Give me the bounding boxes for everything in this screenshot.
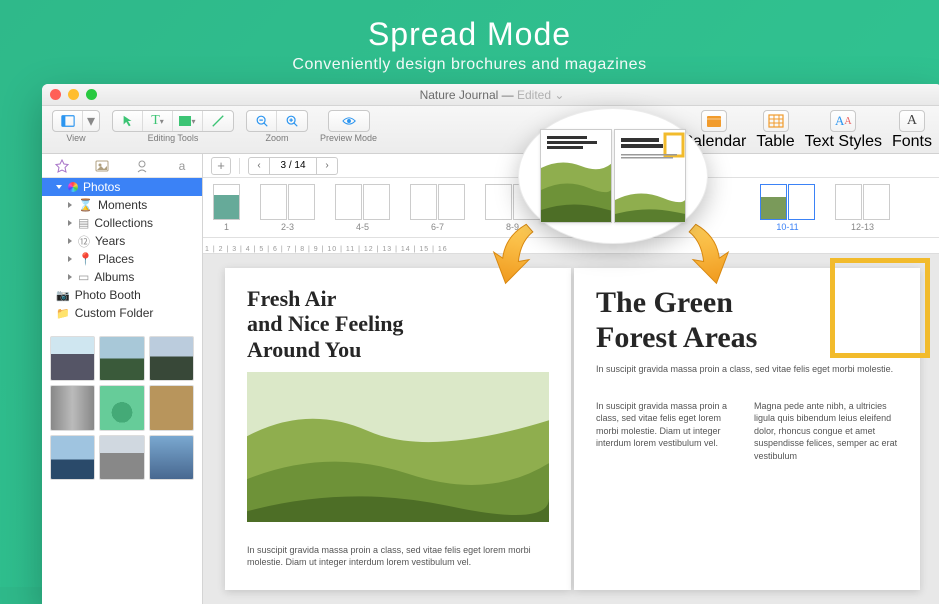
table-button[interactable] [763, 110, 789, 132]
spread-thumb[interactable]: 10-11 [760, 184, 815, 232]
horizontal-ruler: 1 | 2 | 3 | 4 | 5 | 6 | 7 | 8 | 9 | 10 |… [203, 238, 939, 254]
text-styles-button[interactable]: AA [830, 110, 856, 132]
page-navigator: ‹ 3 / 14 › [248, 157, 338, 175]
thumbnail[interactable] [50, 336, 95, 381]
spread-thumb[interactable]: 2-3 [260, 184, 315, 232]
editing-label: Editing Tools [148, 133, 199, 143]
calendar-button[interactable] [701, 110, 727, 132]
thumbnail[interactable] [50, 435, 95, 480]
zoom-buttons[interactable] [246, 110, 308, 132]
thumbnail[interactable] [99, 385, 144, 430]
titlebar: Nature Journal — Edited ⌄ [42, 84, 939, 106]
sidebar-item-collections[interactable]: ▤Collections [42, 214, 202, 232]
sidebar-item-moments[interactable]: ⌛Moments [42, 196, 202, 214]
thumbnail[interactable] [149, 435, 194, 480]
fonts-button[interactable]: A [899, 110, 925, 132]
sidebar-tab-clipart[interactable] [122, 154, 162, 177]
next-page-button[interactable]: › [316, 157, 338, 175]
spread-thumb[interactable]: 12-13 [835, 184, 890, 232]
window-title: Nature Journal — Edited ⌄ [42, 88, 939, 102]
sidebar-item-custom-folder[interactable]: 📁Custom Folder [42, 304, 202, 322]
decorative-frame [830, 258, 930, 358]
editing-tools[interactable]: T▾ ▾ [112, 110, 234, 132]
thumbnail[interactable] [50, 385, 95, 430]
sidebar-tab-shapes[interactable] [42, 154, 82, 177]
zoom-label: Zoom [265, 133, 288, 143]
zoom-in-icon [277, 111, 307, 131]
preview-button[interactable] [328, 110, 370, 132]
sidebar-tab-text[interactable]: a [162, 154, 202, 177]
magnified-spread [518, 108, 708, 244]
spread-thumb[interactable]: 1 [213, 184, 240, 232]
body-text: In suscipit gravida massa proin a class,… [596, 363, 898, 376]
hero-title: Spread Mode [0, 16, 939, 53]
sidebar-item-albums[interactable]: ▭Albums [42, 268, 202, 286]
prev-page-button[interactable]: ‹ [248, 157, 270, 175]
document-canvas[interactable]: Fresh Air and Nice Feeling Around You In… [203, 254, 939, 604]
sidebar-item-photos[interactable]: Photos [42, 178, 202, 196]
doc-heading: Fresh Air and Nice Feeling Around You [247, 286, 549, 362]
app-window: Nature Journal — Edited ⌄ ▾ View T▾ ▾ Ed… [42, 84, 939, 604]
body-text: In suscipit gravida massa proin a class,… [247, 544, 549, 569]
preview-label: Preview Mode [320, 133, 377, 143]
thumbnail[interactable] [149, 385, 194, 430]
spread-thumb[interactable]: 4-5 [335, 184, 390, 232]
body-text: In suscipit gravida massa proin a class,… [596, 400, 740, 463]
sidebar: a Photos ⌛Moments ▤Collections ⑫Years 📍P… [42, 154, 203, 604]
body-text: Magna pede ante nibh, a ultricies ligula… [754, 400, 898, 463]
view-label: View [66, 133, 85, 143]
view-button[interactable]: ▾ [52, 110, 100, 132]
sidebar-item-photobooth[interactable]: 📷Photo Booth [42, 286, 202, 304]
spread-thumb[interactable]: 6-7 [410, 184, 465, 232]
thumbnail[interactable] [149, 336, 194, 381]
eye-icon [329, 111, 369, 131]
hero-subtitle: Conveniently design brochures and magazi… [0, 56, 939, 74]
toolbar: ▾ View T▾ ▾ Editing Tools Zoom Previ [42, 106, 939, 154]
thumbnail[interactable] [99, 336, 144, 381]
sidebar-item-years[interactable]: ⑫Years [42, 232, 202, 250]
sidebar-item-places[interactable]: 📍Places [42, 250, 202, 268]
photo-thumbnails [42, 328, 202, 488]
add-page-button[interactable]: + [211, 157, 231, 175]
page-left[interactable]: Fresh Air and Nice Feeling Around You In… [225, 268, 571, 590]
sidebar-tab-photos[interactable] [82, 154, 122, 177]
page-field[interactable]: 3 / 14 [270, 157, 316, 175]
thumbnail[interactable] [99, 435, 144, 480]
page-right[interactable]: The Green Forest Areas In suscipit gravi… [574, 268, 920, 590]
zoom-out-icon [247, 111, 277, 131]
